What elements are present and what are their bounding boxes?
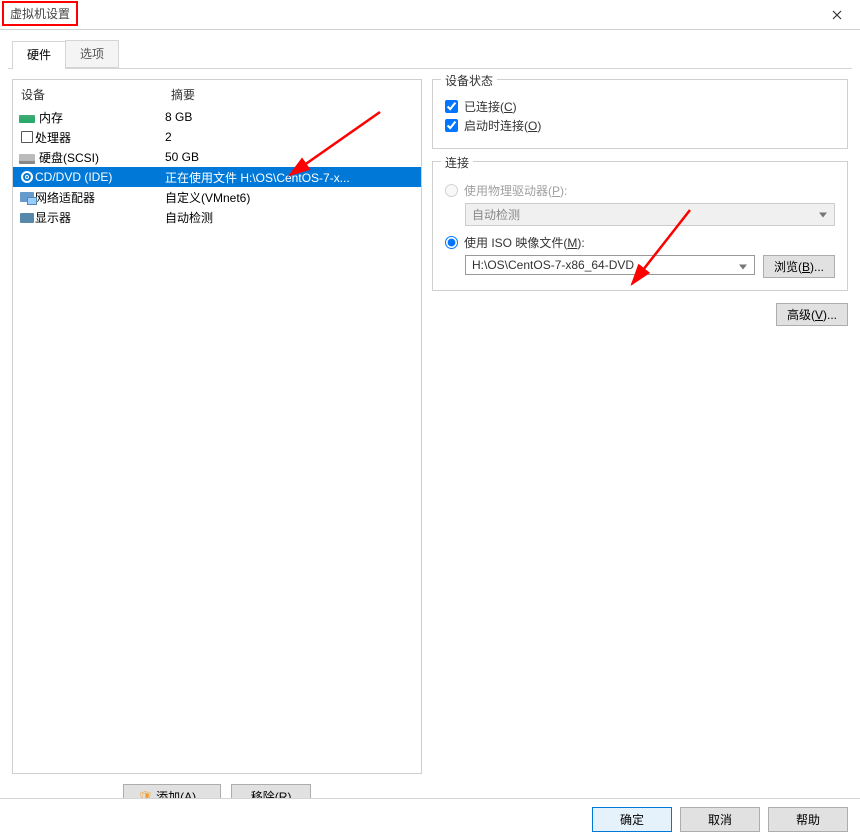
use-iso-label: 使用 ISO 映像文件(M): bbox=[464, 234, 585, 251]
device-name: CD/DVD (IDE) bbox=[35, 170, 112, 184]
hdd-icon bbox=[19, 154, 35, 164]
iso-path-combo[interactable]: H:\OS\CentOS-7-x86_64-DVD bbox=[465, 255, 755, 275]
device-name: 内存 bbox=[39, 109, 63, 126]
advanced-button[interactable]: 高级(V)... bbox=[776, 303, 848, 326]
window-title: 虚拟机设置 bbox=[2, 1, 78, 26]
device-list-header: 设备 摘要 bbox=[13, 80, 421, 107]
device-summary: 自定义(VMnet6) bbox=[165, 189, 415, 206]
tab-hardware[interactable]: 硬件 bbox=[12, 41, 66, 69]
device-summary: 8 GB bbox=[165, 110, 415, 124]
device-name: 硬盘(SCSI) bbox=[39, 149, 99, 166]
connected-label: 已连接(C) bbox=[464, 98, 517, 115]
main-body: 设备 摘要 内存 8 GB 处理器 2 硬盘(SCSI) 50 GB CD/DVD (IDE… bbox=[0, 69, 860, 809]
physical-drive-radio bbox=[445, 184, 458, 197]
device-row[interactable]: CD/DVD (IDE) 正在使用文件 H:\OS\CentOS-7-x... bbox=[13, 167, 421, 187]
cancel-button[interactable]: 取消 bbox=[680, 807, 760, 832]
net-icon bbox=[20, 192, 34, 202]
device-summary: 2 bbox=[165, 130, 415, 144]
cd-icon bbox=[21, 171, 33, 183]
mem-icon bbox=[19, 115, 35, 123]
iso-row-radio: 使用 ISO 映像文件(M): bbox=[445, 234, 835, 251]
device-status-group: 设备状态 已连接(C) 启动时连接(O) bbox=[432, 79, 848, 149]
connect-at-power-checkbox[interactable] bbox=[445, 119, 458, 132]
device-row[interactable]: 硬盘(SCSI) 50 GB bbox=[13, 147, 421, 167]
tabs: 硬件 选项 bbox=[0, 36, 860, 68]
device-row[interactable]: 内存 8 GB bbox=[13, 107, 421, 127]
ok-button[interactable]: 确定 bbox=[592, 807, 672, 832]
titlebar: 虚拟机设置 bbox=[0, 0, 860, 30]
right-panel: 设备状态 已连接(C) 启动时连接(O) 连接 使用物理驱动器(P): bbox=[432, 79, 848, 809]
header-device: 设备 bbox=[21, 86, 171, 103]
connected-checkbox[interactable] bbox=[445, 100, 458, 113]
device-name: 网络适配器 bbox=[35, 189, 95, 206]
physical-drive-label: 使用物理驱动器(P): bbox=[464, 182, 567, 199]
browse-button[interactable]: 浏览(B)... bbox=[763, 255, 835, 278]
device-summary: 正在使用文件 H:\OS\CentOS-7-x... bbox=[165, 169, 415, 186]
connection-group: 连接 使用物理驱动器(P): 自动检测 使用 ISO 映像文件(M): H:\O… bbox=[432, 161, 848, 291]
help-button[interactable]: 帮助 bbox=[768, 807, 848, 832]
close-button[interactable] bbox=[814, 0, 860, 30]
device-name: 处理器 bbox=[35, 129, 71, 146]
left-panel: 设备 摘要 内存 8 GB 处理器 2 硬盘(SCSI) 50 GB CD/DVD (IDE… bbox=[12, 79, 422, 809]
physical-drive-row: 使用物理驱动器(P): bbox=[445, 182, 835, 199]
device-summary: 自动检测 bbox=[165, 209, 415, 226]
device-summary: 50 GB bbox=[165, 150, 415, 164]
cpu-icon bbox=[21, 131, 33, 143]
device-list: 设备 摘要 内存 8 GB 处理器 2 硬盘(SCSI) 50 GB CD/DVD (IDE… bbox=[12, 79, 422, 774]
connect-at-power-label: 启动时连接(O) bbox=[464, 117, 541, 134]
dialog-footer: 确定 取消 帮助 bbox=[0, 798, 860, 840]
connection-title: 连接 bbox=[441, 154, 473, 171]
use-iso-radio[interactable] bbox=[445, 236, 458, 249]
device-name: 显示器 bbox=[35, 209, 71, 226]
tab-options[interactable]: 选项 bbox=[65, 40, 119, 68]
header-summary: 摘要 bbox=[171, 86, 413, 103]
disp-icon bbox=[20, 213, 34, 223]
physical-drive-combo-wrap: 自动检测 bbox=[465, 203, 835, 226]
device-row[interactable]: 显示器 自动检测 bbox=[13, 207, 421, 227]
close-icon bbox=[832, 10, 842, 20]
device-row[interactable]: 处理器 2 bbox=[13, 127, 421, 147]
device-row[interactable]: 网络适配器 自定义(VMnet6) bbox=[13, 187, 421, 207]
device-status-title: 设备状态 bbox=[441, 72, 497, 89]
physical-drive-combo: 自动检测 bbox=[465, 203, 835, 226]
